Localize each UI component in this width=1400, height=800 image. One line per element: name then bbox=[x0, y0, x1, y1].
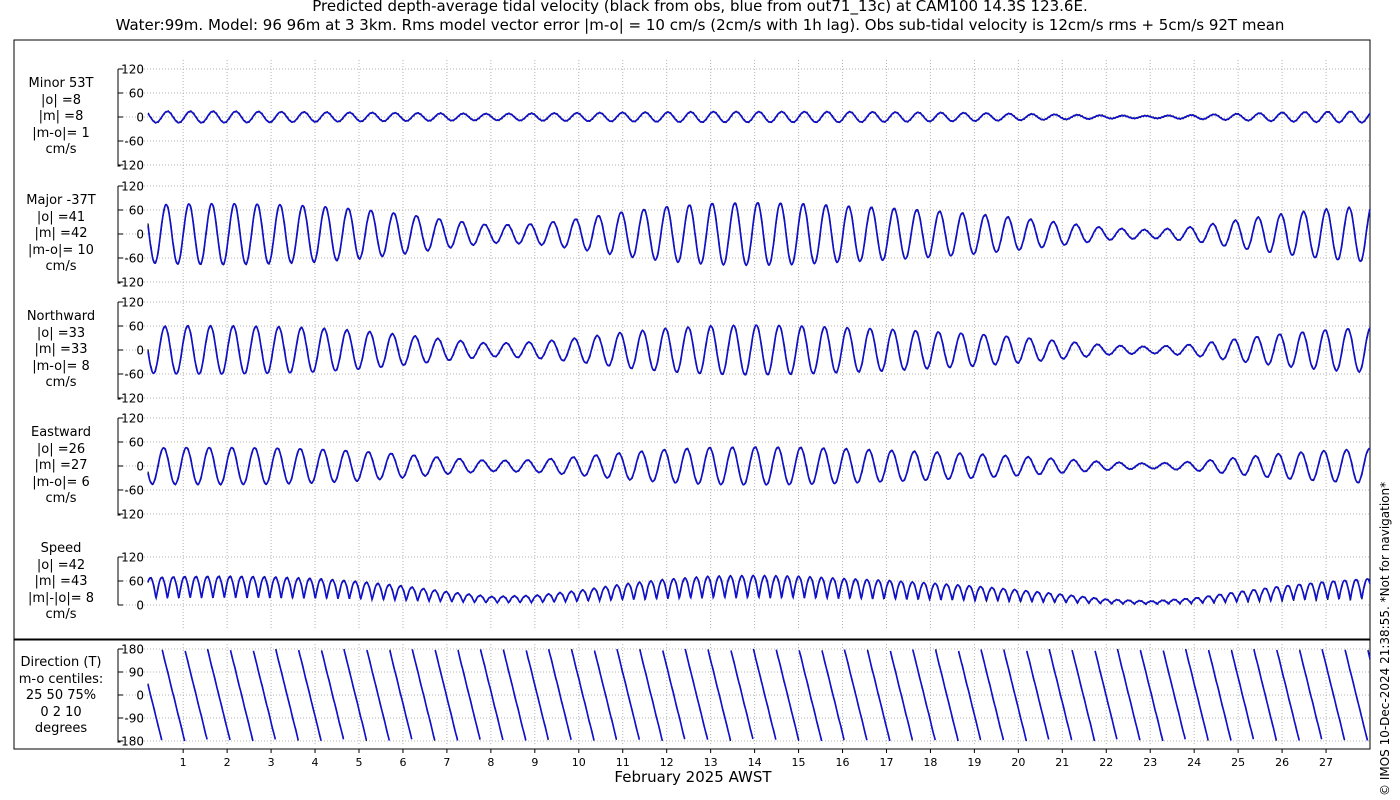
panel-label-north: Northward |o| =33 |m| =33 |m-o|= 8 cm/s bbox=[16, 309, 106, 392]
panel-label-line: degrees bbox=[34, 721, 88, 736]
x-axis-label: February 2025 AWST bbox=[614, 768, 772, 786]
panel-label-east: Eastward |o| =26 |m| =27 |m-o|= 6 cm/s bbox=[16, 425, 106, 508]
panel-label-direction: Direction (T) m-o centiles: 25 50 75% 0 2 1… bbox=[16, 655, 106, 738]
panel-label-line: Northward bbox=[26, 309, 96, 324]
y-tick-label: 180 bbox=[121, 643, 144, 657]
panel-label-speed: Speed |o| =42 |m| =43 |m|-|o|= 8 cm/s bbox=[16, 541, 106, 624]
panel-label-line: Speed bbox=[40, 541, 82, 556]
panel-label-line: |o| =41 bbox=[36, 209, 86, 225]
figure: Predicted depth-average tidal velocity (… bbox=[0, 0, 1400, 800]
y-tick-label: 0 bbox=[136, 228, 144, 242]
panel-label-line: |o| =33 bbox=[36, 325, 86, 341]
x-axis-ticks: 1 2 3 4 5 6 7 8 9 10 11 12 13 14 15 16 17 18 19 20 21 22 23 24 2… bbox=[180, 749, 1333, 769]
y-tick-label: 60 bbox=[129, 87, 144, 101]
plot-area: 1 2 3 4 5 6 7 8 9 10 11 12 13 14 15 16 17 18 19 20 21 22 23 24 2… bbox=[13, 39, 1371, 769]
panel-label-line: |m-o|= 6 bbox=[32, 474, 90, 490]
panel-label-line: Minor 53T bbox=[28, 76, 94, 91]
y-tick-label: 60 bbox=[129, 320, 144, 334]
y-tick-label: 120 bbox=[121, 551, 144, 565]
y-tick-label: -60 bbox=[124, 135, 144, 149]
y-tick-label: -60 bbox=[124, 368, 144, 382]
panel-label-line: cm/s bbox=[45, 607, 77, 622]
y-tick-label: -180 bbox=[117, 735, 144, 749]
panel-label-line: Eastward bbox=[30, 425, 92, 440]
day-gridlines bbox=[182, 60, 1327, 745]
panel-label-line: |o| =26 bbox=[36, 441, 86, 457]
panel-label-line: |o| =42 bbox=[36, 557, 86, 573]
panel-label-minor: Minor 53T |o| =8 |m| =8 |m-o|= 1 cm/s bbox=[16, 76, 106, 159]
panel-label-line: cm/s bbox=[45, 375, 77, 390]
panel-label-line: |m-o|= 10 bbox=[28, 242, 94, 258]
panel-label-line: |m| =33 bbox=[34, 342, 88, 357]
panel-label-line: Direction (T) bbox=[20, 655, 102, 670]
panel-label-line: |o| =8 bbox=[40, 92, 81, 108]
y-tick-label: 0 bbox=[136, 599, 144, 613]
lower-frame bbox=[13, 638, 1371, 750]
y-tick-label: -60 bbox=[124, 252, 144, 266]
panel-label-line: cm/s bbox=[45, 142, 77, 157]
credit-text: © IMOS 10-Dec-2024 21:38:55. *Not for na… bbox=[1378, 481, 1392, 796]
y-tick-label: 120 bbox=[121, 180, 144, 194]
y-tick-label: 120 bbox=[121, 63, 144, 77]
panel-north: 120 60 0 -60 -120 bbox=[117, 296, 1371, 406]
y-tick-label: -120 bbox=[117, 276, 144, 290]
panel-label-line: |m| =8 bbox=[38, 109, 84, 124]
panel-speed: 120 60 0 bbox=[117, 551, 1371, 613]
panel-major: 120 60 0 -60 -120 bbox=[117, 180, 1371, 290]
panel-label-line: Major -37T bbox=[26, 193, 96, 208]
y-tick-label: 90 bbox=[129, 666, 144, 680]
y-tick-label: -120 bbox=[117, 392, 144, 406]
panel-label-line: |m-o|= 1 bbox=[32, 125, 90, 141]
y-tick-label: 60 bbox=[129, 436, 144, 450]
panel-label-line: |m|-|o|= 8 bbox=[27, 590, 95, 606]
panel-east: 120 60 0 -60 -120 bbox=[117, 412, 1371, 522]
panel-minor: 120 60 0 -60 -120 bbox=[117, 63, 1371, 173]
y-tick-label: 120 bbox=[121, 412, 144, 426]
y-tick-label: 120 bbox=[121, 296, 144, 310]
y-tick-label: 60 bbox=[129, 204, 144, 218]
panel-label-major: Major -37T |o| =41 |m| =42 |m-o|= 10 cm/s bbox=[16, 193, 106, 276]
y-tick-label: -120 bbox=[117, 508, 144, 522]
panel-label-line: |m| =42 bbox=[34, 226, 88, 241]
panel-label-line: |m| =27 bbox=[34, 458, 88, 473]
series-model-speed bbox=[147, 574, 1371, 605]
y-tick-label: -60 bbox=[124, 484, 144, 498]
y-tick-label: -90 bbox=[124, 712, 144, 726]
y-tick-label: 0 bbox=[136, 689, 144, 703]
panel-label-line: |m-o|= 8 bbox=[32, 358, 90, 374]
panel-label-line: |m| =43 bbox=[34, 574, 88, 589]
panel-label-line: cm/s bbox=[45, 491, 77, 506]
panel-label-line: m-o centiles: bbox=[18, 671, 104, 687]
panel-label-line: cm/s bbox=[45, 259, 77, 274]
y-tick-label: 0 bbox=[136, 460, 144, 474]
panel-label-line: 25 50 75% bbox=[25, 688, 97, 703]
y-tick-label: 60 bbox=[129, 575, 144, 589]
panel-direction: 180 90 0 -90 -180 bbox=[117, 643, 1371, 749]
panel-label-line: 0 2 10 bbox=[40, 704, 82, 720]
y-tick-label: -120 bbox=[117, 159, 144, 173]
y-tick-label: 0 bbox=[136, 344, 144, 358]
y-tick-label: 0 bbox=[136, 111, 144, 125]
